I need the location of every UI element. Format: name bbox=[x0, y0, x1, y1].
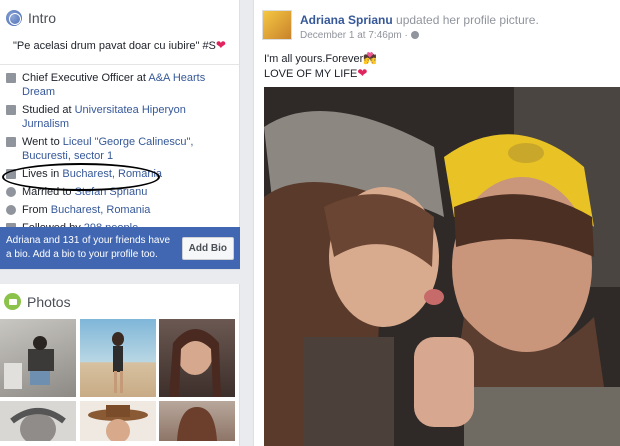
author-name-link[interactable]: Adriana Sprianu bbox=[300, 13, 393, 27]
author-avatar[interactable] bbox=[262, 10, 292, 40]
info-item-education: Studied at Universitatea Hiperyon Jurnal… bbox=[6, 103, 233, 131]
school-icon bbox=[6, 137, 16, 147]
info-item-work: Chief Executive Officer at A&A Hearts Dr… bbox=[6, 71, 233, 99]
post-photo[interactable] bbox=[264, 87, 620, 446]
graduation-cap-icon bbox=[6, 105, 16, 115]
location-pin-icon bbox=[6, 205, 16, 215]
briefcase-icon bbox=[6, 73, 16, 83]
info-prefix: Studied at bbox=[22, 104, 75, 116]
intro-card: Intro "Pe acelasi drum pavat doar cu iub… bbox=[0, 0, 240, 270]
photos-header: Photos bbox=[0, 284, 239, 310]
kiss-emoji-icon: 💏 bbox=[363, 53, 377, 65]
info-item-from: From Bucharest, Romania bbox=[6, 203, 233, 217]
post-text: I'm all yours.Forever💏 LOVE OF MY LIFE❤ bbox=[264, 52, 377, 81]
globe-icon bbox=[6, 10, 22, 26]
photo-thumbnail[interactable] bbox=[0, 319, 76, 397]
highlight-oval bbox=[2, 163, 160, 191]
bio-text: "Pe acelasi drum pavat doar cu iubire" #… bbox=[0, 26, 239, 52]
intro-title: Intro bbox=[28, 10, 57, 26]
info-item-school: Went to Liceul "George Calinescu", Bucur… bbox=[6, 135, 233, 163]
post-card: Adriana Sprianu updated her profile pict… bbox=[253, 0, 620, 446]
photo-thumbnail[interactable] bbox=[159, 401, 235, 441]
photos-icon bbox=[4, 293, 21, 310]
info-prefix: Went to bbox=[22, 136, 63, 148]
heart-emoji-icon: ❤ bbox=[357, 66, 368, 80]
info-prefix: Chief Executive Officer at bbox=[22, 72, 149, 84]
post-timestamp[interactable]: December 1 at 7:46pm bbox=[300, 30, 402, 41]
meta-separator: · bbox=[401, 30, 411, 41]
post-action: updated her profile picture. bbox=[392, 13, 539, 27]
bio-banner-text: Adriana and 131 of your friends have a b… bbox=[6, 235, 170, 260]
photo-thumbnail[interactable] bbox=[80, 401, 156, 441]
photo-thumbnail[interactable] bbox=[0, 401, 76, 441]
photos-card: Photos bbox=[0, 284, 240, 446]
photo-thumbnail[interactable] bbox=[159, 319, 235, 397]
intro-header: Intro bbox=[0, 0, 239, 26]
post-text-line2: LOVE OF MY LIFE bbox=[264, 68, 358, 80]
divider bbox=[0, 64, 239, 65]
privacy-globe-icon[interactable] bbox=[410, 31, 419, 39]
photos-title[interactable]: Photos bbox=[27, 294, 71, 310]
hometown-link[interactable]: Bucharest, Romania bbox=[51, 204, 151, 216]
intro-info-list: Chief Executive Officer at A&A Hearts Dr… bbox=[0, 71, 239, 235]
bio-banner: Adriana and 131 of your friends have a b… bbox=[0, 227, 240, 269]
heart-icon bbox=[6, 187, 16, 197]
info-prefix: From bbox=[22, 204, 51, 216]
post-header: Adriana Sprianu updated her profile pict… bbox=[300, 13, 539, 27]
post-text-line1: I'm all yours.Forever bbox=[264, 53, 364, 65]
add-bio-button[interactable]: Add Bio bbox=[181, 236, 234, 260]
photo-thumbnail[interactable] bbox=[80, 319, 156, 397]
bio-quote: "Pe acelasi drum pavat doar cu iubire" #… bbox=[13, 40, 216, 52]
heart-emoji-icon: ❤ bbox=[215, 38, 226, 52]
post-meta: December 1 at 7:46pm · bbox=[300, 30, 419, 41]
